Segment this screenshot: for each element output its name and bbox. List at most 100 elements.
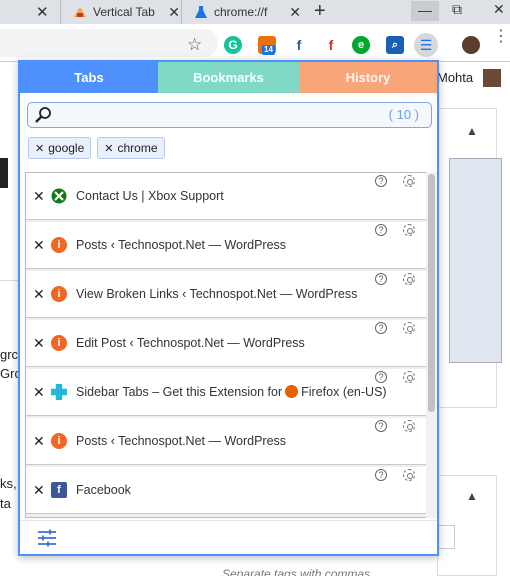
- wordpress-icon: i: [51, 433, 67, 449]
- browser-tab-title: Vertical Tab: [93, 5, 155, 19]
- scrollbar-thumb[interactable]: [428, 174, 435, 412]
- background-text: ta: [0, 496, 11, 511]
- profile-avatar: [483, 69, 501, 87]
- help-icon[interactable]: ?: [375, 469, 387, 481]
- browser-toolbar: ☆ G 14 f f e ⌕ ☰ ⋮: [0, 24, 510, 62]
- tab-tabs[interactable]: Tabs: [20, 62, 158, 93]
- xbox-icon: [51, 188, 67, 204]
- tab-title-part: Firefox (en-US): [301, 385, 387, 399]
- notification-extension-icon[interactable]: 14: [258, 36, 276, 55]
- vertical-tabs-favicon-icon: [74, 7, 86, 17]
- search-icon: [35, 107, 51, 123]
- profile-name: Mohta: [437, 70, 474, 85]
- facebook-extension-icon[interactable]: f: [290, 36, 308, 54]
- vertical-tabs-popup: Tabs Bookmarks History ( 10 ) ✕ google ✕…: [18, 60, 439, 556]
- search-input[interactable]: [56, 106, 376, 124]
- tab-list[interactable]: ✕ Contact Us | Xbox Support ? ✕ i Posts …: [25, 172, 427, 518]
- search-extension-icon[interactable]: ⌕: [386, 36, 404, 54]
- tab-title: View Broken Links ‹ Technospot.Net — Wor…: [76, 287, 358, 301]
- remove-chip-icon[interactable]: ✕: [35, 142, 44, 155]
- search-box: ( 10 ): [27, 102, 432, 128]
- tab-close-icon[interactable]: ✕: [168, 4, 180, 21]
- help-icon[interactable]: ?: [375, 224, 387, 236]
- browser-tabstrip: ✕ Vertical Tab ✕ chrome://f ✕ + — ⧉ ✕: [0, 0, 510, 24]
- tab-list-scrollbar[interactable]: [426, 172, 437, 518]
- gear-icon[interactable]: [403, 371, 415, 383]
- close-tab-icon[interactable]: ✕: [33, 335, 45, 352]
- tab-title-part: Sidebar Tabs – Get this Extension for: [76, 385, 283, 399]
- popup-footer: [20, 520, 437, 554]
- browser-tab-chrome-flags[interactable]: chrome://f ✕: [181, 0, 301, 24]
- divider: [0, 280, 18, 281]
- tab-history[interactable]: History: [299, 62, 437, 93]
- tab-list-item[interactable]: ✕ Sidebar Tabs – Get this Extension for F…: [26, 369, 426, 416]
- tab-list-item[interactable]: ✕ i Edit Post ‹ Technospot.Net — WordPre…: [26, 320, 426, 367]
- wordpress-icon: i: [51, 286, 67, 302]
- flask-icon: [195, 6, 207, 18]
- gear-icon[interactable]: [403, 224, 415, 236]
- tab-title: Facebook: [76, 483, 131, 497]
- remove-chip-icon[interactable]: ✕: [104, 142, 113, 155]
- tab-list-item[interactable]: ✕ i Posts ‹ Technospot.Net — WordPress ?: [26, 222, 426, 269]
- background-text: ks,: [0, 476, 17, 491]
- chrome-menu-icon[interactable]: ⋮: [493, 29, 509, 45]
- grammarly-extension-icon[interactable]: G: [224, 36, 242, 54]
- tab-list-item[interactable]: ✕ f Facebook ?: [26, 467, 426, 514]
- vertical-tabs-extension-icon[interactable]: ☰: [414, 33, 438, 57]
- filter-chip-google[interactable]: ✕ google: [28, 137, 92, 159]
- tab-bookmarks[interactable]: Bookmarks: [158, 62, 299, 93]
- tab-title: Posts ‹ Technospot.Net — WordPress: [76, 434, 287, 448]
- flipboard-extension-icon[interactable]: f: [322, 36, 340, 54]
- help-icon[interactable]: ?: [375, 371, 387, 383]
- chevron-up-icon[interactable]: ▲: [466, 124, 478, 138]
- tab-title: Sidebar Tabs – Get this Extension for Fir…: [76, 385, 387, 399]
- background-dark-block: [0, 158, 8, 188]
- help-icon[interactable]: ?: [375, 175, 387, 187]
- facebook-icon: f: [51, 482, 67, 498]
- close-tab-icon[interactable]: ✕: [33, 433, 45, 450]
- help-icon[interactable]: ?: [375, 322, 387, 334]
- tab-title: Posts ‹ Technospot.Net — WordPress: [76, 238, 287, 252]
- close-window-button[interactable]: ✕: [493, 1, 505, 18]
- tab-title: Contact Us | Xbox Support: [76, 189, 224, 203]
- tab-close-icon[interactable]: ✕: [36, 3, 49, 21]
- close-tab-icon[interactable]: ✕: [33, 188, 45, 205]
- address-bar[interactable]: [0, 29, 218, 57]
- close-tab-icon[interactable]: ✕: [33, 286, 45, 303]
- gear-icon[interactable]: [403, 322, 415, 334]
- new-tab-button[interactable]: +: [314, 0, 326, 23]
- help-icon[interactable]: ?: [375, 420, 387, 432]
- close-tab-icon[interactable]: ✕: [33, 237, 45, 254]
- bookmark-star-icon[interactable]: ☆: [187, 35, 202, 55]
- tags-hint: Separate tags with commas: [222, 567, 371, 576]
- filter-chip-chrome[interactable]: ✕ chrome: [97, 137, 165, 159]
- chip-label: chrome: [117, 141, 158, 155]
- tab-title: Edit Post ‹ Technospot.Net — WordPress: [76, 336, 305, 350]
- browser-tab-vertical-tabs[interactable]: Vertical Tab ✕: [60, 0, 180, 24]
- maximize-button[interactable]: ⧉: [452, 1, 462, 18]
- user-avatar[interactable]: [462, 36, 480, 54]
- wordpress-icon: i: [51, 237, 67, 253]
- filter-chips: ✕ google ✕ chrome: [28, 137, 165, 159]
- gear-icon[interactable]: [403, 469, 415, 481]
- sliders-settings-icon[interactable]: [37, 529, 57, 547]
- evernote-extension-icon[interactable]: e: [352, 36, 370, 54]
- gear-icon[interactable]: [403, 420, 415, 432]
- firefox-icon: [285, 385, 299, 398]
- tab-list-item[interactable]: ✕ i View Broken Links ‹ Technospot.Net —…: [26, 271, 426, 318]
- tab-list-item[interactable]: ✕ Contact Us | Xbox Support ?: [26, 173, 426, 220]
- close-tab-icon[interactable]: ✕: [33, 482, 45, 499]
- minimize-button[interactable]: —: [411, 1, 439, 21]
- chip-label: google: [48, 141, 85, 155]
- puzzle-icon: [51, 384, 67, 400]
- wordpress-icon: i: [51, 335, 67, 351]
- help-icon[interactable]: ?: [375, 273, 387, 285]
- background-tag-input[interactable]: [437, 525, 455, 549]
- tab-list-item[interactable]: ✕ i Posts ‹ Technospot.Net — WordPress ?: [26, 418, 426, 465]
- gear-icon[interactable]: [403, 175, 415, 187]
- background-text: grc: [0, 347, 19, 362]
- gear-icon[interactable]: [403, 273, 415, 285]
- chevron-up-icon[interactable]: ▲: [466, 489, 478, 503]
- close-tab-icon[interactable]: ✕: [33, 384, 45, 401]
- tab-close-icon[interactable]: ✕: [289, 4, 301, 21]
